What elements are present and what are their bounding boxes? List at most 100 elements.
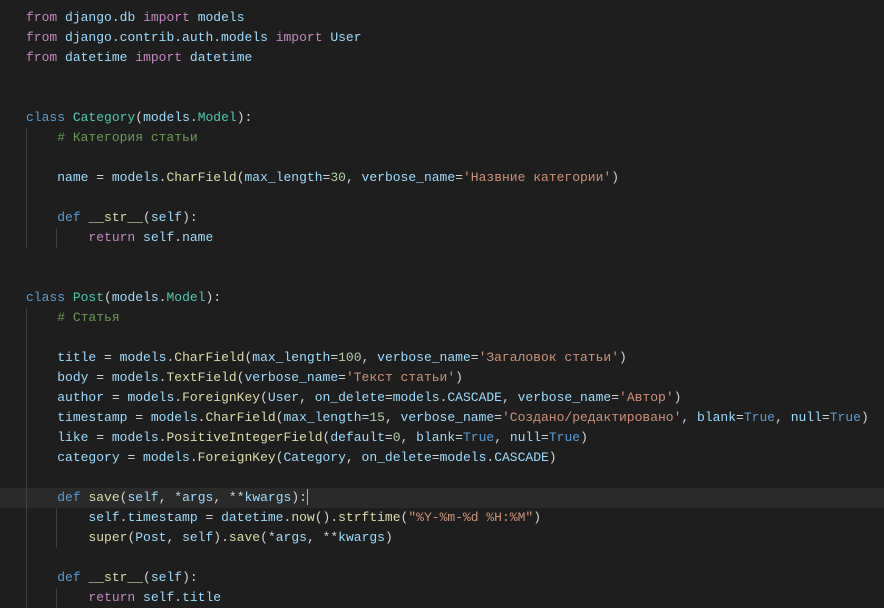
variable: category (57, 450, 119, 465)
code-line[interactable]: return self.name (0, 228, 884, 248)
function: CharField (174, 350, 244, 365)
class-name: Model (198, 110, 237, 125)
constant: True (744, 410, 775, 425)
code-line[interactable]: name = models.CharField(max_length=30, v… (0, 168, 884, 188)
keyword: class (26, 290, 65, 305)
function: CharField (205, 410, 275, 425)
code-line[interactable] (0, 268, 884, 288)
code-line[interactable]: from django.contrib.auth.models import U… (0, 28, 884, 48)
param: args (276, 530, 307, 545)
code-line[interactable]: return self.title (0, 588, 884, 608)
keyword: import (143, 10, 190, 25)
param: kwargs (245, 490, 292, 505)
code-line[interactable]: from datetime import datetime (0, 48, 884, 68)
constant: True (830, 410, 861, 425)
code-line[interactable] (0, 88, 884, 108)
constant: True (549, 430, 580, 445)
param: default (330, 430, 385, 445)
code-line[interactable]: from django.db import models (0, 8, 884, 28)
identifier: models (120, 350, 167, 365)
module: django.db (65, 10, 135, 25)
code-line[interactable] (0, 328, 884, 348)
function: TextField (166, 370, 236, 385)
comment: # Категория статьи (57, 130, 197, 145)
code-line[interactable]: super(Post, self).save(*args, **kwargs) (0, 528, 884, 548)
string: 'Загаловок статьи' (479, 350, 619, 365)
code-line[interactable]: author = models.ForeignKey(User, on_dele… (0, 388, 884, 408)
code-line[interactable] (0, 468, 884, 488)
identifier: models (143, 450, 190, 465)
variable: body (57, 370, 88, 385)
code-line[interactable] (0, 148, 884, 168)
string: "%Y-%m-%d %H:%M" (408, 510, 533, 525)
keyword: from (26, 50, 57, 65)
function: strftime (338, 510, 400, 525)
code-line[interactable] (0, 68, 884, 88)
param: self (127, 490, 158, 505)
param: self (151, 210, 182, 225)
code-line[interactable]: class Post(models.Model): (0, 288, 884, 308)
number: 0 (393, 430, 401, 445)
code-line[interactable]: like = models.PositiveIntegerField(defau… (0, 428, 884, 448)
param: blank (416, 430, 455, 445)
keyword: class (26, 110, 65, 125)
param: args (182, 490, 213, 505)
code-line[interactable] (0, 188, 884, 208)
keyword: def (57, 490, 80, 505)
param: verbose_name (518, 390, 612, 405)
variable: name (57, 170, 88, 185)
identifier: models (143, 110, 190, 125)
identifier: datetime (221, 510, 283, 525)
attribute: title (182, 590, 221, 605)
code-line[interactable]: timestamp = models.CharField(max_length=… (0, 408, 884, 428)
code-line[interactable] (0, 248, 884, 268)
variable: timestamp (57, 410, 127, 425)
class-name: Post (73, 290, 104, 305)
param: null (791, 410, 822, 425)
keyword: def (57, 210, 80, 225)
variable: author (57, 390, 104, 405)
code-line[interactable] (0, 548, 884, 568)
keyword: return (88, 590, 135, 605)
code-editor[interactable]: from django.db import models from django… (0, 8, 884, 608)
constant: True (463, 430, 494, 445)
code-line[interactable]: # Категория статьи (0, 128, 884, 148)
param: self (151, 570, 182, 585)
constant: CASCADE (494, 450, 549, 465)
param: blank (697, 410, 736, 425)
identifier: self (143, 230, 174, 245)
string: 'Создано/редактировано' (502, 410, 681, 425)
code-line[interactable]: class Category(models.Model): (0, 108, 884, 128)
identifier: models (393, 390, 440, 405)
code-line[interactable]: title = models.CharField(max_length=100,… (0, 348, 884, 368)
comment: # Статья (57, 310, 119, 325)
function: super (88, 530, 127, 545)
code-line[interactable]: def __str__(self): (0, 568, 884, 588)
function: ForeignKey (198, 450, 276, 465)
code-line-current[interactable]: def save(self, *args, **kwargs): (0, 488, 884, 508)
code-line[interactable]: category = models.ForeignKey(Category, o… (0, 448, 884, 468)
function: save (88, 490, 119, 505)
function: now (291, 510, 314, 525)
identifier: models (151, 410, 198, 425)
keyword: def (57, 570, 80, 585)
identifier: self (143, 590, 174, 605)
identifier: self (182, 530, 213, 545)
module: datetime (65, 50, 127, 65)
function: ForeignKey (182, 390, 260, 405)
param: max_length (252, 350, 330, 365)
string: 'Назвние категории' (463, 170, 611, 185)
code-line[interactable]: self.timestamp = datetime.now().strftime… (0, 508, 884, 528)
constant: CASCADE (447, 390, 502, 405)
code-line[interactable]: def __str__(self): (0, 208, 884, 228)
keyword: from (26, 10, 57, 25)
param: on_delete (315, 390, 385, 405)
code-line[interactable]: body = models.TextField(verbose_name='Те… (0, 368, 884, 388)
identifier: models (440, 450, 487, 465)
identifier: User (268, 390, 299, 405)
code-line[interactable]: # Статья (0, 308, 884, 328)
keyword: import (135, 50, 182, 65)
number: 100 (338, 350, 361, 365)
number: 30 (330, 170, 346, 185)
param: kwargs (338, 530, 385, 545)
